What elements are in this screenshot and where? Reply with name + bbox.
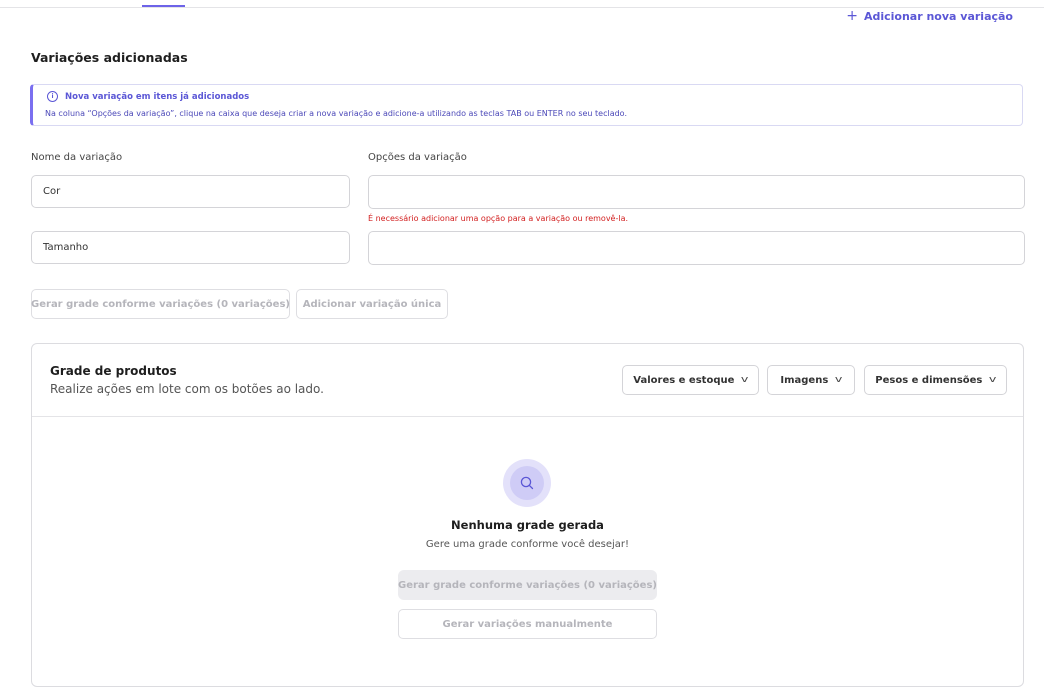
variation-options-input-2[interactable]: [368, 231, 1025, 265]
empty-state-title: Nenhuma grade gerada: [451, 518, 604, 532]
variation-options-input-1[interactable]: [368, 175, 1025, 209]
generate-grid-button[interactable]: Gerar grade conforme variações (0 variaç…: [31, 289, 290, 319]
variation-name-input-1[interactable]: Cor: [31, 175, 350, 208]
add-single-variation-button[interactable]: Adicionar variação única: [296, 289, 448, 319]
search-icon: [520, 476, 534, 490]
add-variation-link[interactable]: + Adicionar nova variação: [846, 9, 1013, 23]
grid-subtitle: Realize ações em lote com os botões ao l…: [50, 382, 324, 396]
grid-title: Grade de produtos: [50, 364, 177, 378]
info-text: Na coluna “Opções da variação”, clique n…: [45, 109, 627, 118]
variation-name-input-2[interactable]: Tamanho: [31, 231, 350, 264]
info-alert: i Nova variação em itens já adicionados …: [30, 84, 1023, 126]
variation-options-label: Opções da variação: [368, 152, 467, 163]
info-title: Nova variação em itens já adicionados: [65, 91, 250, 102]
chevron-down-icon: v: [741, 375, 749, 385]
plus-icon: +: [846, 8, 858, 24]
generate-manually-button[interactable]: Gerar variações manualmente: [398, 609, 657, 639]
values-stock-dropdown[interactable]: Valores e estoque v: [622, 365, 759, 395]
grid-header-divider: [32, 416, 1023, 417]
chevron-down-icon: v: [989, 375, 997, 385]
add-variation-label: Adicionar nova variação: [863, 9, 1013, 23]
weights-dimensions-dropdown[interactable]: Pesos e dimensões v: [864, 365, 1007, 395]
product-grid-card: Grade de produtos Realize ações em lote …: [31, 343, 1024, 687]
error-message: É necessário adicionar uma opção para a …: [368, 214, 629, 223]
chevron-down-icon: v: [835, 375, 843, 385]
info-icon: i: [47, 91, 58, 102]
empty-generate-grid-button[interactable]: Gerar grade conforme variações (0 variaç…: [398, 570, 657, 600]
empty-state-illustration: [503, 459, 551, 507]
images-dropdown[interactable]: Imagens v: [767, 365, 855, 395]
variation-name-label: Nome da variação: [31, 152, 123, 163]
section-title: Variações adicionadas: [31, 50, 188, 65]
variation-name-value: Cor: [43, 186, 61, 197]
active-tab-indicator: [142, 5, 185, 7]
empty-state-subtitle: Gere uma grade conforme você desejar!: [425, 539, 630, 550]
variation-name-value: Tamanho: [43, 242, 89, 253]
top-divider: [0, 7, 1044, 8]
